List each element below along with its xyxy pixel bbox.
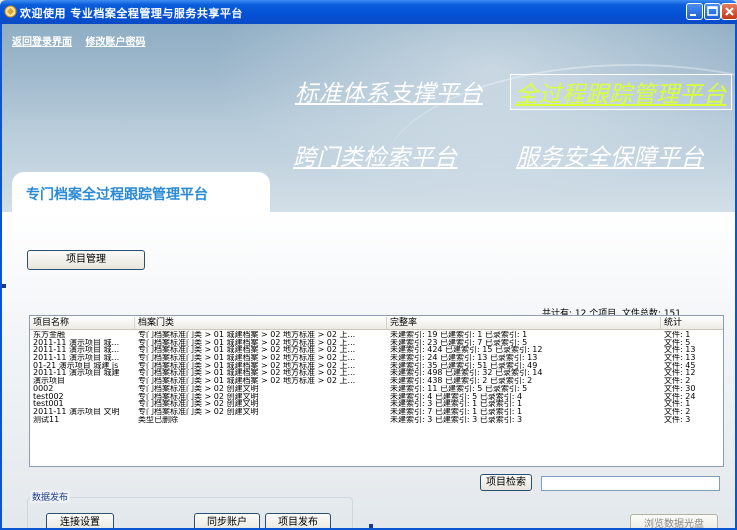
main-content: 项目管理 共计有: 12 个项目, 文件总数: 151 项目名称 档案门类 完整… bbox=[2, 212, 735, 528]
column-header-category[interactable]: 档案门类 bbox=[135, 317, 387, 329]
table-body: 东方金融 专门档案标准门类 > 01 城建档案 > 02 地方标准 > 02 上.… bbox=[30, 331, 723, 423]
close-button[interactable] bbox=[721, 3, 737, 20]
maximize-icon bbox=[707, 6, 718, 16]
title-bar: 欢迎使用 专业档案全程管理与服务共享平台 bbox=[0, 0, 737, 24]
table-row[interactable]: test001 专门档案标准门类 > 02 创建文明 未建索引: 3 已建索引: 1… bbox=[30, 400, 723, 408]
table-header: 项目名称 档案门类 完整率 统计 bbox=[30, 316, 723, 330]
sync-account-button[interactable]: 同步账户 bbox=[194, 513, 260, 528]
client-area: 返回登录界面 修改账户密码 标准体系支撑平台 全过程跟踪管理平台 跨门类检索平台… bbox=[0, 24, 737, 530]
platform-tracking-link[interactable]: 全过程跟踪管理平台 bbox=[510, 74, 732, 110]
top-links: 返回登录界面 修改账户密码 bbox=[12, 33, 155, 48]
table-row[interactable]: 01-21 演示项目 城建 js 专门档案标准门类 > 01 城建档案 > 02 … bbox=[30, 362, 723, 370]
cell-stats: 文件: 3 bbox=[664, 415, 691, 424]
tab-tracking-platform[interactable]: 专门档案全过程跟踪管理平台 bbox=[12, 172, 270, 214]
header-banner: 返回登录界面 修改账户密码 标准体系支撑平台 全过程跟踪管理平台 跨门类检索平台… bbox=[2, 24, 735, 214]
maximize-button[interactable] bbox=[704, 3, 721, 20]
minimize-button[interactable] bbox=[686, 3, 703, 20]
table-row[interactable]: 2011-11 演示项目 文明 专门档案标准门类 > 02 创建文明 未建索引: 7… bbox=[30, 408, 723, 416]
data-publish-label: 数据发布 bbox=[30, 490, 71, 503]
back-to-login-link[interactable]: 返回登录界面 bbox=[12, 37, 72, 48]
close-icon bbox=[725, 7, 734, 16]
table-row[interactable]: 2011-11 演示项目 城... 专门档案标准门类 > 01 城建档案 > 02… bbox=[30, 346, 723, 354]
platform-search-link[interactable]: 跨门类检索平台 bbox=[293, 138, 458, 172]
tab-label: 专门档案全过程跟踪管理平台 bbox=[26, 187, 208, 203]
table-row[interactable]: 2011-11 演示项目 城建 专门档案标准门类 > 01 城建档案 > 02 地… bbox=[30, 369, 723, 377]
change-password-link[interactable]: 修改账户密码 bbox=[85, 37, 145, 48]
platform-standards-link[interactable]: 标准体系支撑平台 bbox=[295, 74, 483, 108]
connect-settings-button[interactable]: 连接设置 bbox=[46, 513, 114, 528]
table-row[interactable]: test002 专门档案标准门类 > 02 创建文明 未建索引: 4 已建索引: 5… bbox=[30, 393, 723, 401]
column-header-project[interactable]: 项目名称 bbox=[30, 317, 135, 329]
table-row[interactable]: 0002 专门档案标准门类 > 02 创建文明 未建索引: 11 已建索引: 5 已… bbox=[30, 385, 723, 393]
project-search-button[interactable]: 项目检索 bbox=[480, 474, 532, 491]
minimize-icon bbox=[690, 14, 696, 16]
table-row[interactable]: 2011-11 演示项目 城... 专门档案标准门类 > 01 城建档案 > 02… bbox=[30, 354, 723, 362]
platform-security-link[interactable]: 服务安全保障平台 bbox=[516, 138, 704, 172]
project-publish-button[interactable]: 项目发布 bbox=[265, 513, 331, 528]
resize-handle[interactable] bbox=[369, 524, 373, 528]
cell-project: 测试11 bbox=[33, 415, 60, 424]
resize-handle[interactable] bbox=[2, 284, 6, 288]
browse-disc-button[interactable]: 浏览数据光盘 bbox=[630, 514, 718, 528]
project-manage-button[interactable]: 项目管理 bbox=[27, 250, 145, 270]
window-title: 欢迎使用 专业档案全程管理与服务共享平台 bbox=[20, 7, 243, 20]
cell-category: 类型已删除 bbox=[138, 415, 178, 424]
column-header-stats[interactable]: 统计 bbox=[661, 317, 723, 329]
app-icon bbox=[4, 5, 17, 18]
column-header-completeness[interactable]: 完整率 bbox=[387, 317, 661, 329]
project-table[interactable]: 项目名称 档案门类 完整率 统计 东方金融 专门档案标准门类 > 01 城建档案 … bbox=[29, 315, 724, 467]
search-input[interactable] bbox=[541, 476, 720, 491]
cell-completeness: 未建索引: 3 已建索引: 3 已录索引: 3 bbox=[390, 415, 523, 424]
table-row[interactable]: 测试11 类型已删除 未建索引: 3 已建索引: 3 已录索引: 3 文件: 3 bbox=[30, 416, 723, 424]
table-row[interactable]: 2011-11 演示项目 城... 专门档案标准门类 > 01 城建档案 > 02… bbox=[30, 339, 723, 347]
table-row[interactable]: 演示项目 专门档案标准门类 > 01 城建档案 > 02 地方标准 > 02 上.… bbox=[30, 377, 723, 385]
table-row[interactable]: 东方金融 专门档案标准门类 > 01 城建档案 > 02 地方标准 > 02 上.… bbox=[30, 331, 723, 339]
